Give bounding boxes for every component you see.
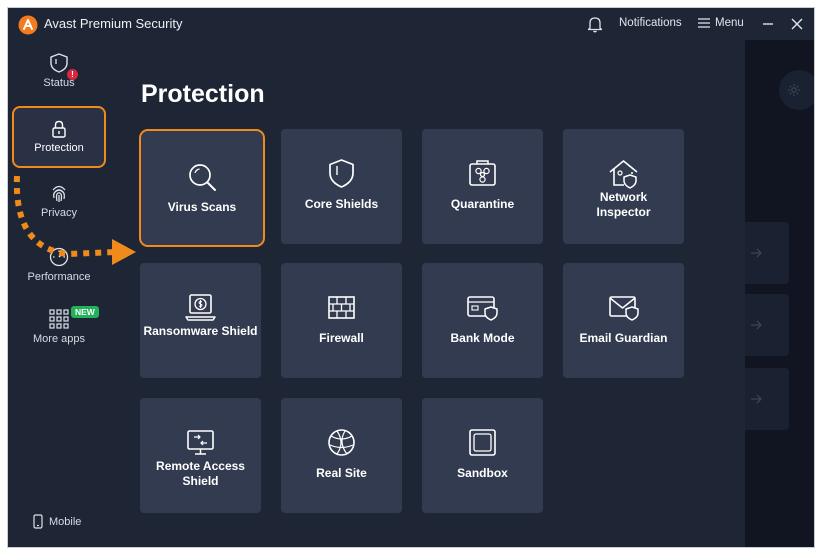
- menu-button[interactable]: Menu: [698, 17, 744, 29]
- tile-sandbox[interactable]: Sandbox: [422, 398, 543, 513]
- biohazard-box-icon: [469, 160, 496, 186]
- sidebar-item-protection[interactable]: Protection: [12, 106, 106, 168]
- tile-label: Email Guardian: [579, 331, 668, 345]
- globe-icon: [328, 429, 355, 456]
- title-bar: Avast Premium Security Notifications Men…: [8, 8, 814, 40]
- remote-screen-icon: [187, 430, 214, 455]
- sidebar-item-label: More apps: [33, 333, 85, 345]
- sandbox-icon: [469, 429, 496, 456]
- side-panel: [745, 40, 814, 547]
- panel-card[interactable]: [745, 222, 789, 284]
- tile-label: Virus Scans: [167, 200, 237, 214]
- tile-network-inspector[interactable]: Network Inspector: [563, 129, 684, 244]
- mobile-phone-icon: [33, 514, 43, 529]
- app-window: Avast Premium Security Notifications Men…: [8, 8, 814, 547]
- tile-remote-access-shield[interactable]: Remote Access Shield: [140, 398, 261, 513]
- tile-label: Firewall: [319, 331, 364, 345]
- mobile-label: Mobile: [49, 515, 82, 528]
- home-shield-icon: [609, 160, 638, 189]
- bell-icon[interactable]: [587, 15, 603, 33]
- tile-label: Sandbox: [457, 466, 508, 480]
- tile-label: Ransomware Shield: [143, 324, 258, 338]
- tile-ransomware-shield[interactable]: Ransomware Shield: [140, 263, 261, 378]
- brick-wall-icon: [328, 296, 355, 319]
- sidebar-item-label: Performance: [27, 271, 91, 283]
- arrow-right-icon: [751, 394, 762, 404]
- avast-logo-icon: [18, 15, 38, 35]
- app-title: Avast Premium Security: [44, 16, 183, 31]
- sidebar-item-privacy[interactable]: Privacy: [14, 182, 104, 219]
- magnifier-icon: [189, 164, 216, 191]
- arrow-right-icon: [751, 320, 762, 330]
- page-title: Protection: [141, 80, 265, 108]
- sidebar-item-label: Privacy: [40, 207, 78, 219]
- fingerprint-icon: [52, 185, 66, 202]
- gear-icon: [788, 84, 800, 96]
- tile-label: Core Shields: [304, 197, 379, 211]
- envelope-shield-icon: [609, 296, 639, 321]
- tile-label: Network Inspector: [596, 190, 651, 219]
- shield-icon: [329, 159, 354, 188]
- lock-icon: [52, 120, 66, 138]
- tile-label: Bank Mode: [450, 331, 515, 345]
- arrow-right-icon: [751, 248, 762, 258]
- settings-button[interactable]: [779, 70, 814, 110]
- status-alert-badge: !: [67, 69, 78, 80]
- tile-real-site[interactable]: Real Site: [281, 398, 402, 513]
- sidebar-item-status[interactable]: ! Status: [14, 52, 104, 89]
- panel-card[interactable]: [745, 294, 789, 356]
- menu-label: Menu: [715, 17, 744, 29]
- apps-grid-icon: [49, 309, 69, 329]
- speedometer-icon: [49, 247, 69, 267]
- close-icon[interactable]: [790, 16, 804, 32]
- tile-email-guardian[interactable]: Email Guardian: [563, 263, 684, 378]
- tile-label: Real Site: [316, 466, 367, 480]
- tile-label: Quarantine: [450, 197, 515, 211]
- laptop-dollar-icon: [185, 294, 216, 321]
- tile-virus-scans[interactable]: Virus Scans: [139, 129, 265, 247]
- tile-quarantine[interactable]: Quarantine: [422, 129, 543, 244]
- hamburger-icon: [698, 18, 710, 28]
- sidebar-item-label: Protection: [34, 142, 84, 154]
- shield-alert-icon: [50, 53, 68, 73]
- minimize-icon[interactable]: [761, 16, 775, 32]
- sidebar-item-more-apps[interactable]: NEW More apps: [14, 306, 104, 345]
- tile-firewall[interactable]: Firewall: [281, 263, 402, 378]
- tile-core-shields[interactable]: Core Shields: [281, 129, 402, 244]
- sidebar-item-mobile[interactable]: Mobile: [33, 514, 81, 529]
- tile-bank-mode[interactable]: Bank Mode: [422, 263, 543, 378]
- new-badge: NEW: [71, 306, 99, 318]
- sidebar-item-performance[interactable]: Performance: [14, 246, 104, 283]
- panel-card[interactable]: [745, 368, 789, 430]
- notifications-link[interactable]: Notifications: [619, 17, 682, 29]
- tile-label: Remote Access Shield: [156, 459, 245, 488]
- card-shield-icon: [467, 296, 498, 321]
